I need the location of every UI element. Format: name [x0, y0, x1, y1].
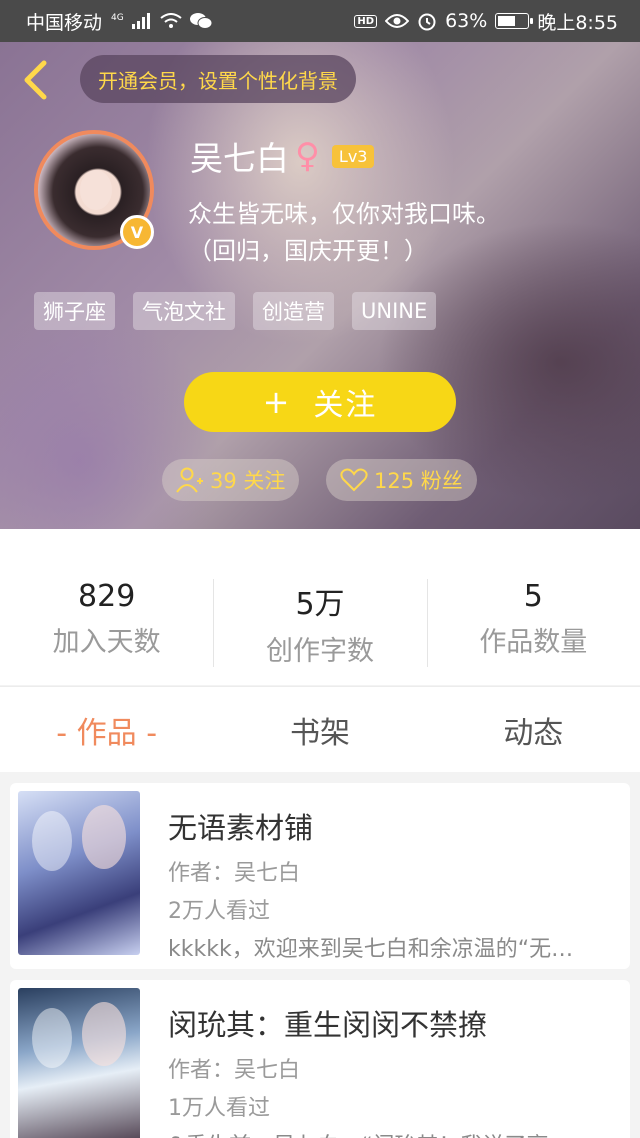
network-type: 4G	[111, 12, 124, 23]
profile-bio: 众生皆无味，仅你对我口味。 （回归，国庆开更！）	[188, 196, 588, 270]
book-card[interactable]: 无语素材铺 作者：吴七白 2万人看过 kkkkk，欢迎来到吴七白和余凉温的“无…	[10, 783, 630, 969]
bio-line: （回归，国庆开更！）	[188, 237, 428, 265]
tag-list: 狮子座 气泡文社 创造营 UNINE	[34, 292, 437, 330]
book-cover	[18, 791, 140, 955]
fans-button[interactable]: 125 粉丝	[326, 459, 477, 501]
stat-words-written: 5万 创作字数	[213, 579, 426, 667]
tab-activity[interactable]: 动态	[427, 687, 640, 772]
book-views: 2万人看过	[168, 899, 270, 924]
stat-value: 5万	[295, 587, 345, 622]
book-description: &重生前：吴七白：“闵玧其！我说了离	[168, 1128, 614, 1138]
clock: 晚上8:55	[537, 11, 618, 34]
stat-label: 作品数量	[479, 627, 588, 658]
stat-works-count: 5 作品数量	[426, 579, 640, 667]
level-badge: Lv3	[331, 144, 375, 168]
book-title: 无语素材铺	[168, 811, 314, 845]
follow-button-label: 关注	[313, 388, 378, 423]
back-arrow-icon	[24, 60, 47, 100]
signal-icon	[131, 13, 150, 29]
stat-label: 加入天数	[52, 627, 161, 658]
wifi-icon	[160, 13, 182, 28]
profile-tabs: - 作品 - 书架 动态	[0, 686, 640, 772]
profile-name-row: 吴七白 ♀ Lv3	[190, 132, 375, 180]
bio-line: 众生皆无味，仅你对我口味。	[188, 200, 500, 228]
status-bar: 中国移动 4G HD 63% 晚上8:55	[0, 0, 640, 42]
book-views: 1万人看过	[168, 1096, 270, 1121]
stat-days-joined: 829 加入天数	[0, 579, 213, 667]
profile-stats: 829 加入天数 5万 创作字数 5 作品数量	[0, 529, 640, 685]
tab-bookshelf[interactable]: 书架	[213, 687, 426, 772]
tag[interactable]: 创造营	[253, 292, 334, 330]
book-title: 闵玧其：重生闵闵不禁撩	[168, 1008, 488, 1042]
eye-icon	[385, 14, 410, 28]
stat-value: 829	[78, 579, 136, 614]
profile-name: 吴七白	[190, 139, 289, 178]
tag[interactable]: UNINE	[352, 292, 437, 330]
following-count: 39 关注	[210, 469, 286, 493]
alarm-icon	[418, 13, 436, 31]
plus-icon: +	[262, 383, 292, 421]
tag[interactable]: 狮子座	[34, 292, 115, 330]
stat-label: 创作字数	[265, 636, 374, 667]
profile-header: 开通会员，设置个性化背景 V 吴七白 ♀ Lv3 众生皆无味，仅你对我口味。 （…	[0, 42, 640, 529]
verified-badge: V	[120, 215, 154, 249]
book-description: kkkkk，欢迎来到吴七白和余凉温的“无…	[168, 937, 574, 962]
book-cover	[18, 988, 140, 1138]
book-card[interactable]: 闵玧其：重生闵闵不禁撩 作者：吴七白 1万人看过 &重生前：吴七白：“闵玧其！我…	[10, 980, 630, 1138]
fans-count: 125 粉丝	[374, 469, 463, 493]
heart-icon	[340, 468, 368, 492]
stat-value: 5	[523, 579, 543, 614]
female-icon: ♀	[295, 136, 320, 176]
tag[interactable]: 气泡文社	[133, 292, 235, 330]
following-button[interactable]: 39 关注	[162, 459, 300, 501]
book-author: 作者：吴七白	[168, 1058, 301, 1083]
vip-background-prompt[interactable]: 开通会员，设置个性化背景	[80, 55, 356, 103]
add-user-icon	[176, 467, 203, 493]
battery-percent: 63%	[445, 10, 488, 32]
battery-icon	[495, 13, 534, 29]
book-author: 作者：吴七白	[168, 861, 301, 886]
carrier-label: 中国移动	[26, 11, 103, 34]
hd-icon: HD	[354, 14, 378, 28]
follow-button[interactable]: + 关注	[184, 372, 456, 432]
back-button[interactable]	[18, 60, 52, 100]
tab-works[interactable]: - 作品 -	[0, 687, 213, 772]
wechat-icon	[189, 13, 212, 29]
